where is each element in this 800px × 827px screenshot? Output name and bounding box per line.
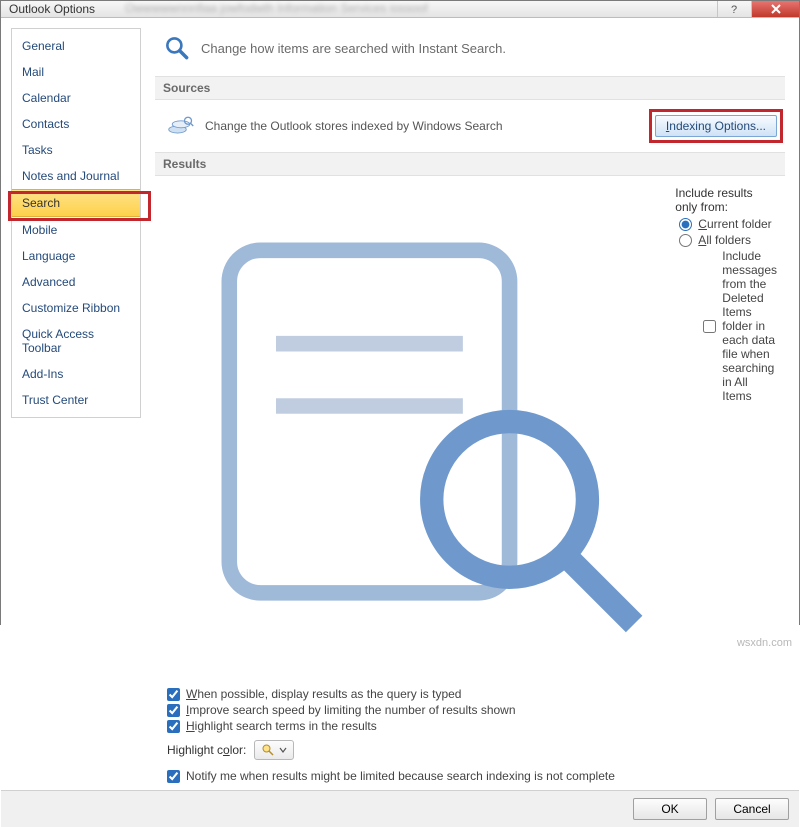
titlebar: Outlook Options Owwwwwnnnfiaa jowfodwth …: [1, 1, 799, 18]
check-include-deleted-input[interactable]: [703, 320, 716, 333]
help-button[interactable]: ?: [717, 1, 751, 17]
radio-current-folder[interactable]: Current folder: [679, 216, 777, 232]
nav-customize-ribbon[interactable]: Customize Ribbon: [12, 295, 140, 321]
nav-mobile[interactable]: Mobile: [12, 217, 140, 243]
indexing-options-button[interactable]: Indexing Options...: [655, 115, 777, 137]
group-results-header: Results: [155, 152, 785, 176]
group-sources-header: Sources: [155, 76, 785, 100]
radio-all-folders-input[interactable]: [679, 234, 692, 247]
dialog-body: General Mail Calendar Contacts Tasks Not…: [1, 18, 799, 790]
watermark: wsxdn.com: [737, 637, 792, 649]
results-lead-text: Include results only from:: [675, 186, 777, 214]
nav-addins[interactable]: Add-Ins: [12, 361, 140, 387]
dialog-footer: OK Cancel: [1, 790, 799, 827]
check-notify-limited-input[interactable]: [167, 770, 180, 783]
highlight-color-button[interactable]: [254, 740, 294, 760]
sources-row: Change the Outlook stores indexed by Win…: [155, 110, 785, 152]
check-display-typed-input[interactable]: [167, 688, 180, 701]
results-body: Include results only from: Current folde…: [155, 186, 785, 784]
nav-quick-access[interactable]: Quick Access Toolbar: [12, 321, 140, 361]
radio-current-folder-input[interactable]: [679, 218, 692, 231]
cancel-button[interactable]: Cancel: [715, 798, 789, 820]
highlight-color-label: Highlight color:: [167, 743, 246, 757]
nav-contacts[interactable]: Contacts: [12, 111, 140, 137]
stores-icon: [167, 112, 195, 140]
hero: Change how items are searched with Insta…: [155, 28, 785, 76]
results-lead-row: Include results only from: Current folde…: [167, 186, 777, 686]
hero-text: Change how items are searched with Insta…: [201, 41, 506, 56]
titlebar-buttons: ?: [717, 1, 799, 17]
options-dialog: Outlook Options Owwwwwnnnfiaa jowfodwth …: [0, 0, 800, 625]
nav-mail[interactable]: Mail: [12, 59, 140, 85]
ok-button[interactable]: OK: [633, 798, 707, 820]
check-display-typed[interactable]: When possible, display results as the qu…: [167, 686, 777, 702]
nav-tasks[interactable]: Tasks: [12, 137, 140, 163]
nav-search[interactable]: Search: [12, 189, 140, 217]
category-nav: General Mail Calendar Contacts Tasks Not…: [11, 28, 141, 418]
svg-text:?: ?: [731, 4, 737, 15]
nav-wrap: General Mail Calendar Contacts Tasks Not…: [11, 28, 141, 784]
nav-calendar[interactable]: Calendar: [12, 85, 140, 111]
check-improve-speed-input[interactable]: [167, 704, 180, 717]
search-icon: [163, 34, 191, 62]
close-icon: [770, 3, 782, 15]
nav-trust-center[interactable]: Trust Center: [12, 387, 140, 413]
check-notify-limited[interactable]: Notify me when results might be limited …: [167, 768, 777, 784]
close-button[interactable]: [751, 1, 799, 17]
nav-general[interactable]: General: [12, 33, 140, 59]
window-title: Outlook Options: [1, 2, 95, 16]
help-icon: ?: [729, 3, 741, 15]
check-include-deleted[interactable]: Include messages from the Deleted Items …: [703, 248, 777, 404]
titlebar-blur-text: Owwwwwnnnfiaa jowfodwth Information Serv…: [125, 1, 687, 17]
nav-notes[interactable]: Notes and Journal: [12, 163, 140, 189]
chevron-down-icon: [279, 746, 287, 754]
content-pane: Change how items are searched with Insta…: [155, 28, 789, 784]
radio-all-folders[interactable]: All folders: [679, 232, 777, 248]
highlight-color-icon: [261, 743, 275, 757]
results-icon: [167, 188, 665, 686]
highlight-color-row: Highlight color:: [167, 740, 777, 760]
nav-advanced[interactable]: Advanced: [12, 269, 140, 295]
sources-text: Change the Outlook stores indexed by Win…: [205, 119, 645, 133]
check-highlight-terms[interactable]: Highlight search terms in the results: [167, 718, 777, 734]
check-improve-speed[interactable]: Improve search speed by limiting the num…: [167, 702, 777, 718]
check-highlight-terms-input[interactable]: [167, 720, 180, 733]
nav-language[interactable]: Language: [12, 243, 140, 269]
